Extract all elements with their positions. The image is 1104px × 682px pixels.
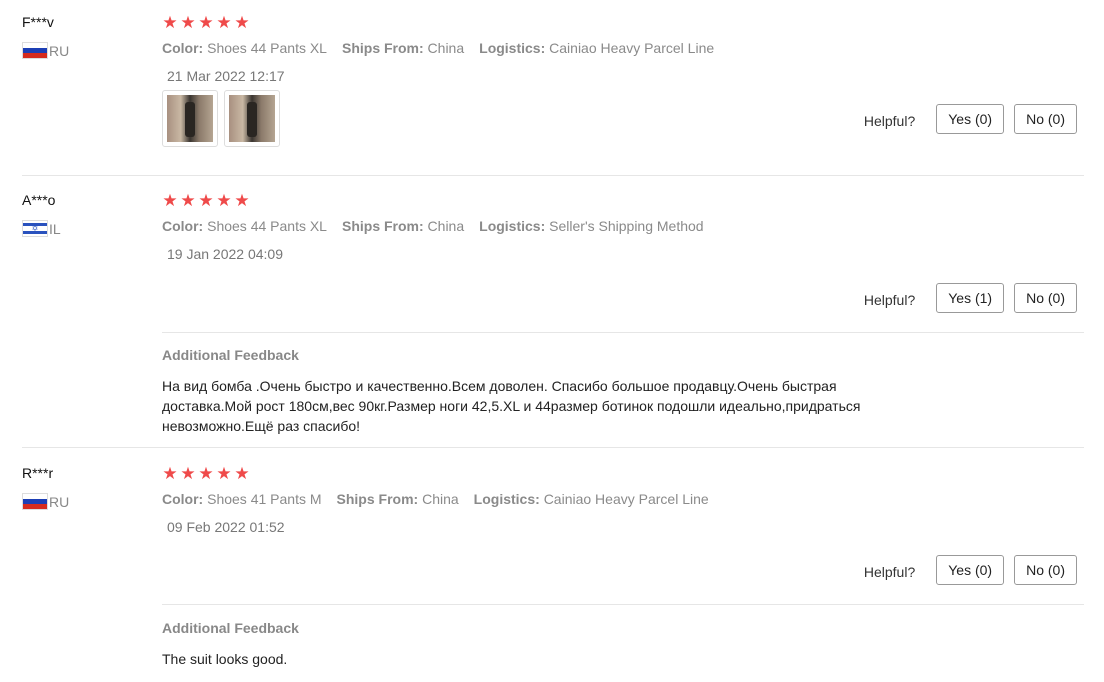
ships-from-info: Ships From: China bbox=[336, 491, 459, 507]
reviewer-name: R***r bbox=[22, 465, 54, 481]
reviewer-name: A***o bbox=[22, 192, 56, 208]
order-info: Color: Shoes 44 Pants XL Ships From: Chi… bbox=[162, 40, 729, 56]
color-info: Color: Shoes 44 Pants XL bbox=[162, 40, 327, 56]
photo-image bbox=[167, 95, 213, 142]
star-rating: ★ ★ ★ ★ ★ bbox=[162, 192, 250, 210]
review-photos bbox=[162, 90, 280, 147]
star-icon: ★ bbox=[162, 13, 178, 32]
country-code: IL bbox=[49, 220, 61, 237]
star-icon: ★ bbox=[216, 13, 232, 32]
reviewer-country: RU bbox=[22, 42, 69, 59]
helpful-yes-button[interactable]: Yes (0) bbox=[936, 555, 1005, 585]
photo-image bbox=[229, 95, 275, 142]
helpful-vote: Helpful? Yes (0) No (0) bbox=[864, 104, 1077, 134]
star-icon: ★ bbox=[180, 464, 196, 483]
reviewer-country: ✡ IL bbox=[22, 220, 61, 237]
helpful-label: Helpful? bbox=[863, 563, 916, 580]
star-icon: ★ bbox=[198, 13, 214, 32]
review-item: A***o ✡ IL ★ ★ ★ ★ ★ Color: Shoes 44 Pan… bbox=[22, 192, 1084, 448]
israel-flag-icon: ✡ bbox=[22, 220, 48, 237]
star-icon: ★ bbox=[216, 191, 232, 210]
country-code: RU bbox=[49, 493, 70, 510]
helpful-label: Helpful? bbox=[863, 291, 916, 308]
helpful-yes-button[interactable]: Yes (0) bbox=[936, 104, 1005, 134]
ships-from-info: Ships From: China bbox=[341, 218, 465, 234]
additional-feedback-text: На вид бомба .Очень быстро и качественно… bbox=[162, 378, 861, 434]
star-icon: ★ bbox=[234, 464, 250, 483]
star-icon: ★ bbox=[234, 191, 250, 210]
country-code: RU bbox=[49, 42, 70, 59]
review-photo-thumbnail[interactable] bbox=[162, 90, 218, 147]
helpful-no-button[interactable]: No (0) bbox=[1014, 283, 1077, 313]
review-divider bbox=[22, 175, 1084, 176]
star-icon: ★ bbox=[162, 191, 178, 210]
star-rating: ★ ★ ★ ★ ★ bbox=[162, 465, 250, 483]
reviewer-name: F***v bbox=[22, 14, 54, 30]
helpful-label: Helpful? bbox=[863, 112, 916, 129]
additional-feedback-title: Additional Feedback bbox=[162, 620, 299, 636]
review-item: R***r RU ★ ★ ★ ★ ★ Color: Shoes 41 Pants… bbox=[22, 465, 1084, 681]
reviews-list: F***v RU ★ ★ ★ ★ ★ Color: Shoes 44 Pants… bbox=[0, 0, 1104, 682]
reviewer-country: RU bbox=[22, 493, 69, 510]
feedback-divider bbox=[162, 332, 1084, 333]
star-rating: ★ ★ ★ ★ ★ bbox=[162, 14, 250, 32]
order-info: Color: Shoes 41 Pants M Ships From: Chin… bbox=[162, 491, 724, 507]
helpful-no-button[interactable]: No (0) bbox=[1014, 555, 1077, 585]
logistics-info: Logistics: Cainiao Heavy Parcel Line bbox=[473, 491, 709, 507]
star-icon: ★ bbox=[216, 464, 232, 483]
star-icon: ★ bbox=[198, 191, 214, 210]
star-icon: ★ bbox=[180, 191, 196, 210]
helpful-vote: Helpful? Yes (1) No (0) bbox=[864, 283, 1077, 313]
review-item: F***v RU ★ ★ ★ ★ ★ Color: Shoes 44 Pants… bbox=[22, 14, 1084, 176]
color-info: Color: Shoes 44 Pants XL bbox=[162, 218, 327, 234]
ships-from-info: Ships From: China bbox=[341, 40, 465, 56]
order-info: Color: Shoes 44 Pants XL Ships From: Chi… bbox=[162, 218, 719, 234]
review-photo-thumbnail[interactable] bbox=[224, 90, 280, 147]
helpful-no-button[interactable]: No (0) bbox=[1014, 104, 1077, 134]
color-info: Color: Shoes 41 Pants M bbox=[162, 491, 322, 507]
review-date: 21 Mar 2022 12:17 bbox=[167, 68, 285, 84]
review-date: 09 Feb 2022 01:52 bbox=[167, 519, 285, 535]
star-icon: ★ bbox=[180, 13, 196, 32]
logistics-info: Logistics: Cainiao Heavy Parcel Line bbox=[479, 40, 715, 56]
feedback-divider bbox=[162, 604, 1084, 605]
star-icon: ★ bbox=[162, 464, 178, 483]
star-icon: ★ bbox=[234, 13, 250, 32]
additional-feedback-text: The suit looks good. bbox=[162, 651, 288, 667]
helpful-vote: Helpful? Yes (0) No (0) bbox=[864, 555, 1077, 585]
helpful-yes-button[interactable]: Yes (1) bbox=[936, 283, 1005, 313]
russia-flag-icon bbox=[22, 42, 48, 59]
review-date: 19 Jan 2022 04:09 bbox=[167, 246, 283, 262]
star-icon: ★ bbox=[198, 464, 214, 483]
additional-feedback-title: Additional Feedback bbox=[162, 347, 299, 363]
russia-flag-icon bbox=[22, 493, 48, 510]
review-divider bbox=[22, 447, 1084, 448]
logistics-info: Logistics: Seller's Shipping Method bbox=[479, 218, 704, 234]
